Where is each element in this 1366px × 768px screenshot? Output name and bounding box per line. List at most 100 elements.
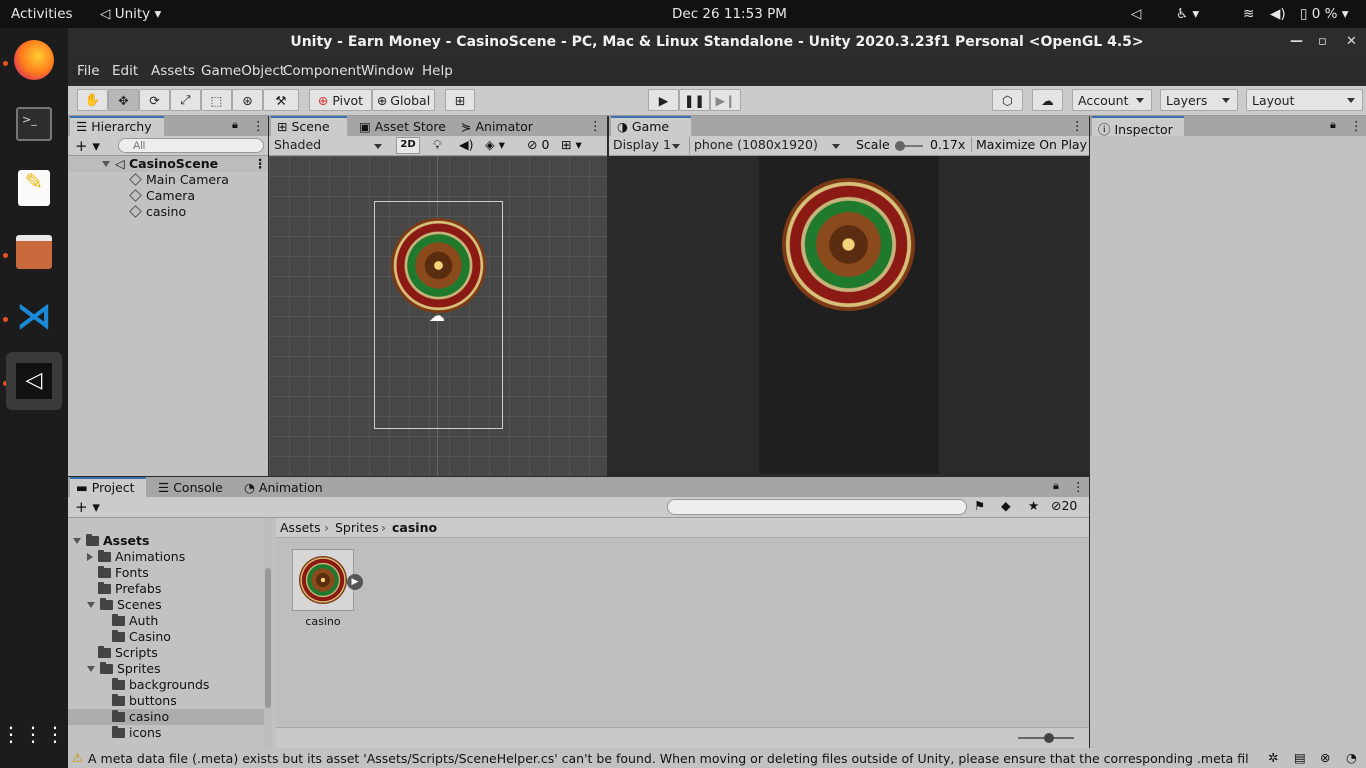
rotate-tool-icon[interactable]: ⟳ — [139, 89, 170, 111]
scene-viewport[interactable]: ☁ — [269, 156, 607, 476]
pivot-toggle[interactable]: ⊕ Pivot — [309, 89, 372, 111]
text-editor-icon[interactable]: ✎ — [10, 164, 58, 212]
tree-scrollbar[interactable] — [264, 518, 272, 748]
play-circle-icon[interactable]: ▶ — [347, 574, 363, 590]
lighting-icon[interactable]: 💡︎ — [433, 137, 442, 153]
expand-arrow-icon[interactable] — [87, 666, 95, 672]
hierarchy-search-input[interactable] — [118, 138, 264, 153]
maximize-on-play-toggle[interactable]: Maximize On Play — [971, 137, 1087, 152]
hierarchy-item[interactable]: Main Camera — [129, 172, 229, 188]
hierarchy-item[interactable]: Camera — [129, 188, 195, 204]
favorite-icon[interactable]: ★ — [1028, 498, 1039, 513]
tab-game[interactable]: ◑ Game — [611, 116, 691, 136]
resolution-dropdown[interactable]: phone (1080x1920) — [689, 136, 847, 155]
folder-assets[interactable]: Assets — [73, 533, 149, 549]
pause-button[interactable]: ❚❚ — [679, 89, 710, 111]
transform-tool-icon[interactable]: ⊛ — [232, 89, 263, 111]
tab-inspector[interactable]: ⓘ Inspector — [1092, 116, 1184, 137]
clock[interactable]: Dec 26 11:53 PM — [672, 6, 787, 22]
scene-menu-icon[interactable]: ⋮ — [254, 156, 267, 171]
accessibility-icon[interactable]: ♿ ▾ — [1176, 6, 1199, 22]
asset-thumbnail[interactable] — [292, 549, 354, 611]
debug-icon[interactable]: ✲ — [1268, 750, 1278, 765]
expand-arrow-icon[interactable] — [73, 538, 81, 544]
folder-casino[interactable]: casino — [68, 709, 264, 725]
progress-icon[interactable]: ⊗ — [1320, 750, 1330, 765]
layers-dropdown[interactable]: Layers — [1160, 89, 1238, 111]
vscode-icon[interactable]: ⋊ — [10, 292, 58, 340]
menu-edit[interactable]: Edit — [112, 63, 138, 79]
tab-asset-store[interactable]: ▣ Asset Store — [353, 116, 452, 136]
telegram-tray-icon[interactable]: ◁ — [1131, 6, 1141, 22]
grid-toggle-icon[interactable]: ⊞ ▾ — [561, 137, 582, 152]
asset-label[interactable]: casino — [292, 615, 354, 628]
rect-tool-icon[interactable]: ⬚ — [201, 89, 232, 111]
expand-arrow-icon[interactable] — [87, 553, 93, 561]
layout-dropdown[interactable]: Layout — [1246, 89, 1363, 111]
grid-snap-icon[interactable]: ⊞ — [445, 89, 475, 111]
menu-gameobject[interactable]: GameObject — [201, 63, 285, 79]
unity-icon[interactable]: ◁ — [6, 352, 62, 410]
expand-arrow-icon[interactable] — [102, 161, 110, 167]
folder-sprites[interactable]: Sprites — [68, 661, 264, 677]
custom-tool-icon[interactable]: ⚒ — [263, 89, 299, 111]
shading-dropdown[interactable]: Shaded — [271, 136, 389, 155]
play-button[interactable]: ▶ — [648, 89, 679, 111]
auto-generate-icon[interactable]: ◔ — [1346, 750, 1357, 765]
breadcrumb-sprites[interactable]: Sprites — [335, 520, 379, 535]
hand-tool-icon[interactable]: ✋ — [77, 89, 108, 111]
menu-assets[interactable]: Assets — [151, 63, 195, 79]
close-icon[interactable]: ✕ — [1346, 34, 1357, 49]
move-tool-icon[interactable]: ✥ — [108, 89, 139, 111]
cache-icon[interactable]: ▤ — [1294, 750, 1306, 765]
kebab-menu-icon[interactable]: ⋮ — [1071, 118, 1084, 133]
roulette-sprite[interactable] — [391, 218, 486, 313]
window-title-bar[interactable]: Unity - Earn Money - CasinoScene - PC, M… — [68, 28, 1366, 56]
battery-icon[interactable]: ▯ 0 % ▾ — [1300, 6, 1349, 22]
scale-tool-icon[interactable]: ⤢ — [170, 89, 201, 111]
icon-size-slider[interactable] — [1018, 733, 1074, 743]
terminal-icon[interactable]: >_ — [10, 100, 58, 148]
menu-file[interactable]: File — [77, 63, 100, 79]
account-dropdown[interactable]: Account — [1072, 89, 1152, 111]
add-icon[interactable]: + ▾ — [75, 137, 100, 155]
tab-animation[interactable]: ◔ Animation — [238, 477, 329, 497]
breadcrumb-casino[interactable]: casino — [392, 520, 437, 535]
lock-icon[interactable]: 🔒︎ — [1053, 479, 1059, 493]
label-icon[interactable]: ◆ — [1001, 498, 1011, 513]
menu-window[interactable]: Window — [361, 63, 414, 79]
folder-buttons[interactable]: buttons — [68, 693, 264, 709]
folder-fonts[interactable]: Fonts — [68, 565, 264, 581]
tab-scene[interactable]: ⊞ Scene — [271, 116, 347, 136]
app-grid-icon[interactable]: ⋮⋮⋮ — [1, 710, 65, 758]
add-icon[interactable]: + ▾ — [75, 498, 100, 516]
folder-auth[interactable]: Auth — [68, 613, 264, 629]
hidden-icon[interactable]: ⊘20 — [1051, 498, 1077, 513]
expand-arrow-icon[interactable] — [87, 602, 95, 608]
folder-scripts[interactable]: Scripts — [68, 645, 264, 661]
step-button[interactable]: ▶❙ — [710, 89, 741, 111]
scene-root-row[interactable]: ◁ CasinoScene ⋮ — [68, 156, 268, 172]
menu-component[interactable]: Component — [283, 63, 361, 79]
status-bar[interactable]: ⚠ A meta data file (.meta) exists but it… — [68, 748, 1366, 768]
folder-scenes[interactable]: Scenes — [68, 597, 264, 613]
folder-casino[interactable]: Casino — [68, 629, 264, 645]
tab-hierarchy[interactable]: ☰ Hierarchy — [70, 116, 164, 136]
kebab-menu-icon[interactable]: ⋮ — [589, 118, 602, 133]
collab-icon[interactable]: ⬡ — [992, 89, 1023, 111]
tab-project[interactable]: ▬ Project — [70, 477, 146, 497]
hierarchy-item[interactable]: casino — [129, 204, 186, 220]
game-viewport[interactable] — [759, 156, 939, 474]
tab-console[interactable]: ☰ Console — [152, 477, 229, 497]
kebab-menu-icon[interactable]: ⋮ — [1350, 118, 1363, 133]
effects-icon[interactable]: ◈ ▾ — [485, 137, 505, 152]
folder-backgrounds[interactable]: backgrounds — [68, 677, 264, 693]
2d-toggle[interactable]: 2D — [396, 137, 420, 154]
breadcrumb-assets[interactable]: Assets — [280, 520, 321, 535]
camera-gizmo-icon[interactable]: ☁ — [429, 306, 445, 325]
kebab-menu-icon[interactable]: ⋮ — [1072, 479, 1085, 494]
folder-prefabs[interactable]: Prefabs — [68, 581, 264, 597]
scale-slider[interactable] — [895, 141, 923, 151]
maximize-icon[interactable]: ▫ — [1318, 34, 1327, 49]
display-dropdown[interactable]: Display 1 — [609, 136, 687, 155]
